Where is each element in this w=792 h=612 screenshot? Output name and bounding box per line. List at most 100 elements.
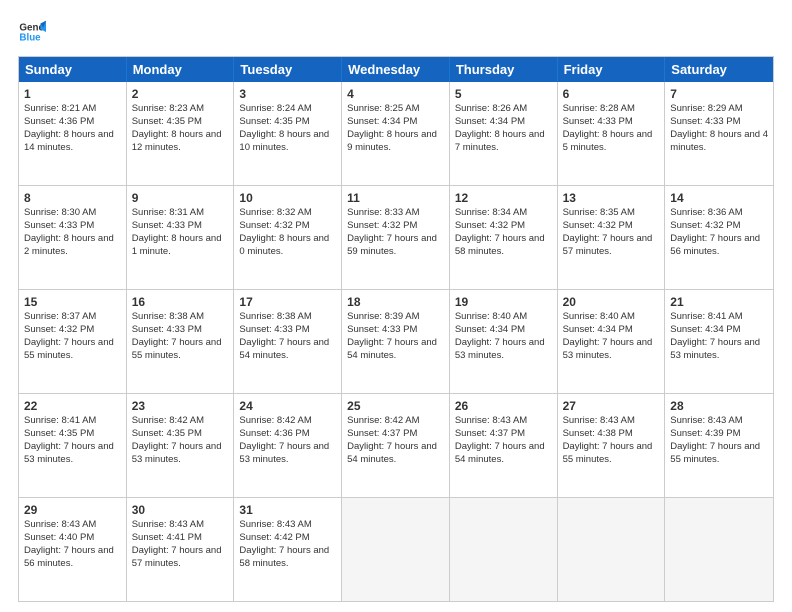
calendar-cell: 10Sunrise: 8:32 AM Sunset: 4:32 PM Dayligh… bbox=[234, 186, 342, 289]
day-number: 26 bbox=[455, 398, 552, 414]
calendar-cell: 3Sunrise: 8:24 AMSunset: 4:35 PMDaylight… bbox=[234, 82, 342, 185]
day-number: 15 bbox=[24, 294, 121, 310]
day-number: 19 bbox=[455, 294, 552, 310]
day-number: 2 bbox=[132, 86, 229, 102]
daylight: Daylight: 8 hours and 2 minutes. bbox=[24, 233, 114, 257]
daylight: Daylight: 7 hours and 56 minutes. bbox=[24, 545, 114, 569]
daylight: Daylight: 7 hours and 57 minutes. bbox=[132, 545, 222, 569]
day-number: 5 bbox=[455, 86, 552, 102]
weekday-header: Saturday bbox=[665, 57, 773, 82]
sunrise: Sunrise: 8:43 AM bbox=[563, 415, 635, 426]
calendar-cell bbox=[342, 498, 450, 601]
daylight: Daylight: 7 hours and 55 minutes. bbox=[24, 337, 114, 361]
sunset: Sunset: 4:41 PM bbox=[132, 532, 202, 543]
daylight: Daylight: 8 hours and 0 minutes. bbox=[239, 233, 329, 257]
weekday-header: Sunday bbox=[19, 57, 127, 82]
daylight: Daylight: 7 hours and 53 minutes. bbox=[132, 441, 222, 465]
sunset: Sunset: 4:33 PM bbox=[132, 324, 202, 335]
calendar-cell: 7Sunrise: 8:29 AMSunset: 4:33 PMDaylight… bbox=[665, 82, 773, 185]
sunset: Sunset: 4:36 PM bbox=[239, 428, 309, 439]
sunset: Sunset: 4:37 PM bbox=[455, 428, 525, 439]
calendar-cell bbox=[450, 498, 558, 601]
calendar-cell: 11Sunrise: 8:33 AMSunset: 4:32 PMDayligh… bbox=[342, 186, 450, 289]
daylight: Daylight: 7 hours and 59 minutes. bbox=[347, 233, 437, 257]
sunrise: Sunrise: 8:34 AM bbox=[455, 207, 527, 218]
daylight: Daylight: 7 hours and 55 minutes. bbox=[132, 337, 222, 361]
sunrise: Sunrise: 8:42 AM bbox=[347, 415, 419, 426]
sunrise: Sunrise: 8:24 AM bbox=[239, 103, 311, 114]
sunset: Sunset: 4:32 PM bbox=[670, 220, 740, 231]
sunset: Sunset: 4:33 PM bbox=[132, 220, 202, 231]
day-number: 10 bbox=[239, 190, 336, 206]
day-number: 17 bbox=[239, 294, 336, 310]
day-number: 8 bbox=[24, 190, 121, 206]
calendar-cell: 18Sunrise: 8:39 AMSunset: 4:33 PMDayligh… bbox=[342, 290, 450, 393]
sunrise: Sunrise: 8:28 AM bbox=[563, 103, 635, 114]
sunset: Sunset: 4:33 PM bbox=[239, 324, 309, 335]
sunrise: Sunrise: 8:40 AM bbox=[455, 311, 527, 322]
day-number: 13 bbox=[563, 190, 660, 206]
daylight: Daylight: 8 hours and 14 minutes. bbox=[24, 129, 114, 153]
weekday-header: Friday bbox=[558, 57, 666, 82]
calendar-cell: 6Sunrise: 8:28 AMSunset: 4:33 PMDaylight… bbox=[558, 82, 666, 185]
day-number: 14 bbox=[670, 190, 768, 206]
calendar-cell: 23Sunrise: 8:42 AMSunset: 4:35 PMDayligh… bbox=[127, 394, 235, 497]
calendar-row: 8Sunrise: 8:30 AM Sunset: 4:33 PM Daylight… bbox=[19, 185, 773, 289]
calendar-cell: 5Sunrise: 8:26 AMSunset: 4:34 PMDaylight… bbox=[450, 82, 558, 185]
sunset: Sunset: 4:38 PM bbox=[563, 428, 633, 439]
calendar-cell: 16Sunrise: 8:38 AMSunset: 4:33 PMDayligh… bbox=[127, 290, 235, 393]
calendar-cell: 27Sunrise: 8:43 AMSunset: 4:38 PMDayligh… bbox=[558, 394, 666, 497]
calendar-cell: 28Sunrise: 8:43 AMSunset: 4:39 PMDayligh… bbox=[665, 394, 773, 497]
sunrise: Sunrise: 8:38 AM bbox=[239, 311, 311, 322]
daylight: Daylight: 7 hours and 53 minutes. bbox=[563, 337, 653, 361]
calendar-cell: 22Sunrise: 8:41 AMSunset: 4:35 PMDayligh… bbox=[19, 394, 127, 497]
logo-icon: General Blue bbox=[18, 18, 46, 46]
daylight: Daylight: 7 hours and 54 minutes. bbox=[347, 337, 437, 361]
sunrise: Sunrise: 8:43 AM bbox=[670, 415, 742, 426]
day-number: 20 bbox=[563, 294, 660, 310]
weekday-header: Thursday bbox=[450, 57, 558, 82]
sunrise: Sunrise: 8:37 AM bbox=[24, 311, 96, 322]
day-number: 4 bbox=[347, 86, 444, 102]
sunset: Sunset: 4:39 PM bbox=[670, 428, 740, 439]
sunrise: Sunrise: 8:23 AM bbox=[132, 103, 204, 114]
logo: General Blue bbox=[18, 18, 50, 46]
calendar-body: 1Sunrise: 8:21 AMSunset: 4:36 PMDaylight… bbox=[19, 82, 773, 601]
sunrise: Sunrise: 8:30 AM bbox=[24, 207, 96, 218]
calendar-row: 1Sunrise: 8:21 AMSunset: 4:36 PMDaylight… bbox=[19, 82, 773, 185]
sunset: Sunset: 4:37 PM bbox=[347, 428, 417, 439]
sunrise: Sunrise: 8:29 AM bbox=[670, 103, 742, 114]
sunset: Sunset: 4:32 PM bbox=[455, 220, 525, 231]
sunrise: Sunrise: 8:26 AM bbox=[455, 103, 527, 114]
sunset: Sunset: 4:34 PM bbox=[563, 324, 633, 335]
calendar-row: 29Sunrise: 8:43 AMSunset: 4:40 PMDayligh… bbox=[19, 497, 773, 601]
sunset: Sunset: 4:33 PM bbox=[347, 324, 417, 335]
daylight: Daylight: 7 hours and 53 minutes. bbox=[239, 441, 329, 465]
sunrise: Sunrise: 8:43 AM bbox=[24, 519, 96, 530]
sunrise: Sunrise: 8:41 AM bbox=[24, 415, 96, 426]
daylight: Daylight: 7 hours and 55 minutes. bbox=[670, 441, 760, 465]
daylight: Daylight: 8 hours and 1 minute. bbox=[132, 233, 222, 257]
daylight: Daylight: 8 hours and 10 minutes. bbox=[239, 129, 329, 153]
calendar-cell: 4Sunrise: 8:25 AMSunset: 4:34 PMDaylight… bbox=[342, 82, 450, 185]
calendar-cell bbox=[665, 498, 773, 601]
calendar-row: 15Sunrise: 8:37 AMSunset: 4:32 PMDayligh… bbox=[19, 289, 773, 393]
calendar-cell: 25Sunrise: 8:42 AMSunset: 4:37 PMDayligh… bbox=[342, 394, 450, 497]
sunset: Sunset: 4:33 PM bbox=[670, 116, 740, 127]
sunrise: Sunrise: 8:32 AM bbox=[239, 207, 311, 218]
weekday-header: Monday bbox=[127, 57, 235, 82]
sunset: Sunset: 4:32 PM bbox=[347, 220, 417, 231]
day-number: 11 bbox=[347, 190, 444, 206]
svg-text:Blue: Blue bbox=[19, 32, 41, 43]
day-number: 27 bbox=[563, 398, 660, 414]
day-number: 22 bbox=[24, 398, 121, 414]
sunset: Sunset: 4:42 PM bbox=[239, 532, 309, 543]
daylight: Daylight: 7 hours and 58 minutes. bbox=[455, 233, 545, 257]
sunrise: Sunrise: 8:35 AM bbox=[563, 207, 635, 218]
day-number: 21 bbox=[670, 294, 768, 310]
calendar-cell: 12Sunrise: 8:34 AMSunset: 4:32 PMDayligh… bbox=[450, 186, 558, 289]
daylight: Daylight: 7 hours and 57 minutes. bbox=[563, 233, 653, 257]
sunset: Sunset: 4:32 PM bbox=[239, 220, 309, 231]
calendar-cell: 9Sunrise: 8:31 AMSunset: 4:33 PMDaylight… bbox=[127, 186, 235, 289]
sunrise: Sunrise: 8:31 AM bbox=[132, 207, 204, 218]
